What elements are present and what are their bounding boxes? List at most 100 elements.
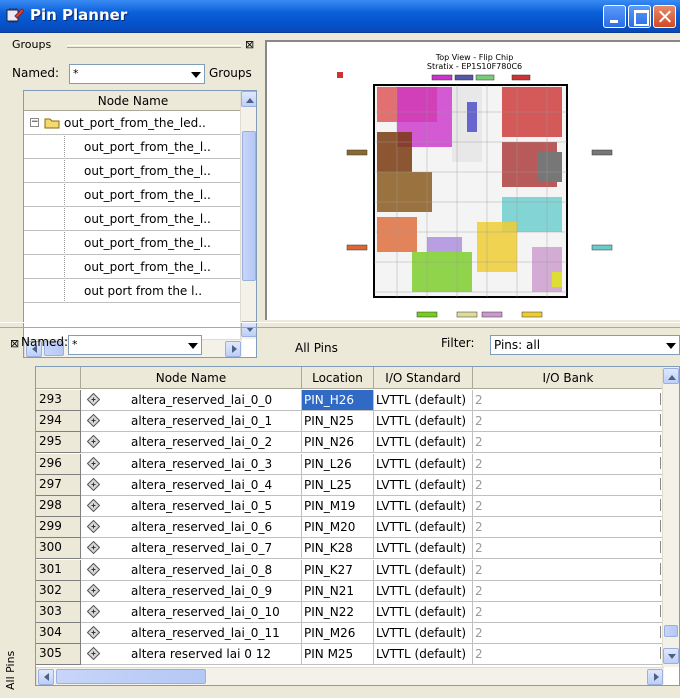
table-row[interactable]: 301 altera_reserved_lai_0_8 PIN_K27 LVTTL (…	[36, 559, 664, 581]
node-name-cell[interactable]: altera_reserved_lai_0_8	[81, 559, 302, 581]
table-row[interactable]: 294 altera_reserved_lai_0_1 PIN_N25 LVTTL (…	[36, 411, 664, 433]
column-header-io-standard[interactable]: I/O Standard	[374, 367, 473, 389]
row-number[interactable]: 304	[36, 623, 81, 645]
tree-child-node[interactable]: out port from the l..	[24, 280, 242, 303]
chevron-down-icon[interactable]	[662, 337, 678, 353]
column-header-node-name[interactable]: Node Name	[81, 367, 302, 389]
column-header-io-bank[interactable]: I/O Bank	[473, 367, 664, 389]
io-standard-cell[interactable]: LVTTL (default)	[374, 496, 473, 517]
scroll-up-button[interactable]	[241, 91, 256, 107]
io-standard-cell[interactable]: LVTTL (default)	[374, 644, 473, 666]
io-bank-cell[interactable]: 2	[473, 390, 664, 411]
node-name-cell[interactable]: altera_reserved_lai_0_11	[81, 623, 302, 645]
groups-grip[interactable]	[67, 45, 241, 48]
maximize-button[interactable]	[628, 5, 651, 28]
tree-group-node[interactable]: − out_port_from_the_led..	[24, 112, 242, 135]
table-hscrollbar[interactable]	[36, 667, 664, 685]
location-cell[interactable]: PIN_H26	[302, 390, 374, 411]
node-name-cell[interactable]: altera_reserved_lai_0_4	[81, 474, 302, 496]
location-cell[interactable]: PIN_L26	[302, 453, 374, 475]
scroll-left-button[interactable]	[38, 669, 54, 685]
io-bank-cell[interactable]: 2	[473, 602, 664, 623]
location-cell[interactable]: PIN_L25	[302, 474, 374, 496]
chevron-down-icon[interactable]	[184, 337, 200, 353]
hscroll-thumb[interactable]	[56, 669, 206, 684]
table-row[interactable]: 295 altera_reserved_lai_0_2 PIN_N26 LVTTL (…	[36, 432, 664, 454]
row-number[interactable]: 297	[36, 474, 81, 496]
location-cell[interactable]: PIN_M19	[302, 496, 374, 517]
groups-named-combo[interactable]: *	[69, 64, 205, 84]
location-cell[interactable]: PIN_N26	[302, 432, 374, 454]
row-number[interactable]: 300	[36, 538, 81, 560]
io-standard-cell[interactable]: LVTTL (default)	[374, 453, 473, 475]
scroll-right-button[interactable]	[225, 341, 241, 357]
table-row[interactable]: 296 altera_reserved_lai_0_3 PIN_L26 LVTTL (…	[36, 453, 664, 475]
io-standard-cell[interactable]: LVTTL (default)	[374, 538, 473, 560]
node-name-cell[interactable]: altera_reserved_lai_0_10	[81, 602, 302, 623]
chip-view[interactable]: Top View - Flip Chip Stratix - EP1S10F78…	[265, 40, 680, 320]
chevron-down-icon[interactable]	[187, 66, 203, 82]
scroll-thumb[interactable]	[242, 131, 256, 281]
node-name-cell[interactable]: altera_reserved_lai_0_2	[81, 432, 302, 454]
table-row[interactable]: 298 altera_reserved_lai_0_5 PIN_M19 LVTTL (…	[36, 496, 664, 517]
row-number[interactable]: 305	[36, 644, 81, 666]
pins-named-combo[interactable]: *	[68, 335, 202, 355]
io-standard-cell[interactable]: LVTTL (default)	[374, 517, 473, 539]
io-standard-cell[interactable]: LVTTL (default)	[374, 559, 473, 581]
io-standard-cell[interactable]: LVTTL (default)	[374, 411, 473, 433]
io-bank-cell[interactable]: 2	[473, 517, 664, 539]
scroll-thumb[interactable]	[664, 625, 678, 637]
location-cell[interactable]: PIN_N22	[302, 602, 374, 623]
scroll-down-button[interactable]	[663, 648, 679, 664]
tree-child-node[interactable]: out_port_from_the_l..	[24, 184, 242, 207]
minimize-button[interactable]	[603, 5, 626, 28]
location-cell[interactable]: PIN M25	[302, 644, 374, 666]
tree-child-node[interactable]: out_port_from_the_l..	[24, 256, 242, 279]
node-name-cell[interactable]: altera reserved lai 0 12	[81, 644, 302, 666]
package-diagram[interactable]	[337, 72, 617, 322]
groups-button[interactable]: Groups	[209, 66, 252, 80]
table-row[interactable]: 297 altera_reserved_lai_0_4 PIN_L25 LVTTL (…	[36, 474, 664, 496]
table-row[interactable]: 305 altera reserved lai 0 12 PIN M25 LVTTL …	[36, 644, 664, 666]
row-number[interactable]: 294	[36, 411, 81, 433]
node-name-cell[interactable]: altera_reserved_lai_0_9	[81, 580, 302, 602]
node-name-cell[interactable]: altera_reserved_lai_0_0	[81, 390, 302, 411]
row-number-header[interactable]	[36, 367, 81, 389]
row-number[interactable]: 299	[36, 517, 81, 539]
node-name-cell[interactable]: altera_reserved_lai_0_5	[81, 496, 302, 517]
node-name-cell[interactable]: altera_reserved_lai_0_6	[81, 517, 302, 539]
tree-child-node[interactable]: out_port_from_the_l..	[24, 208, 242, 231]
column-header-location[interactable]: Location	[302, 367, 374, 389]
io-bank-cell[interactable]: 2	[473, 644, 664, 666]
close-button[interactable]	[653, 5, 676, 28]
tree-child-node[interactable]: out_port_from_the_l..	[24, 232, 242, 255]
groups-close-icon[interactable]: ⊠	[245, 38, 257, 51]
all-pins-side-tab[interactable]: All Pins	[4, 651, 17, 690]
tree-vscrollbar[interactable]	[240, 91, 256, 339]
location-cell[interactable]: PIN_M20	[302, 517, 374, 539]
io-bank-cell[interactable]: 2	[473, 538, 664, 560]
io-bank-cell[interactable]: 2	[473, 496, 664, 517]
table-row[interactable]: 304 altera_reserved_lai_0_11 PIN_M26 LVTTL …	[36, 623, 664, 645]
io-bank-cell[interactable]: 2	[473, 432, 664, 454]
tree-column-header[interactable]: Node Name	[24, 91, 242, 111]
row-number[interactable]: 293	[36, 390, 81, 411]
io-bank-cell[interactable]: 2	[473, 623, 664, 645]
node-name-cell[interactable]: altera_reserved_lai_0_1	[81, 411, 302, 433]
row-number[interactable]: 301	[36, 559, 81, 581]
io-standard-cell[interactable]: LVTTL (default)	[374, 623, 473, 645]
row-number[interactable]: 295	[36, 432, 81, 454]
table-row[interactable]: 293 altera_reserved_lai_0_0 PIN_H26 LVTTL (…	[36, 390, 664, 411]
table-row[interactable]: 303 altera_reserved_lai_0_10 PIN_N22 LVTTL …	[36, 602, 664, 623]
location-cell[interactable]: PIN_K27	[302, 559, 374, 581]
tree-child-node[interactable]: out_port_from_the_l..	[24, 160, 242, 183]
row-number[interactable]: 298	[36, 496, 81, 517]
io-bank-cell[interactable]: 2	[473, 559, 664, 581]
node-name-cell[interactable]: altera_reserved_lai_0_3	[81, 453, 302, 475]
io-standard-cell[interactable]: LVTTL (default)	[374, 580, 473, 602]
scroll-right-button[interactable]	[647, 669, 663, 685]
scroll-up-button[interactable]	[663, 368, 679, 384]
io-bank-cell[interactable]: 2	[473, 474, 664, 496]
table-row[interactable]: 299 altera_reserved_lai_0_6 PIN_M20 LVTTL (…	[36, 517, 664, 539]
io-standard-cell[interactable]: LVTTL (default)	[374, 432, 473, 454]
